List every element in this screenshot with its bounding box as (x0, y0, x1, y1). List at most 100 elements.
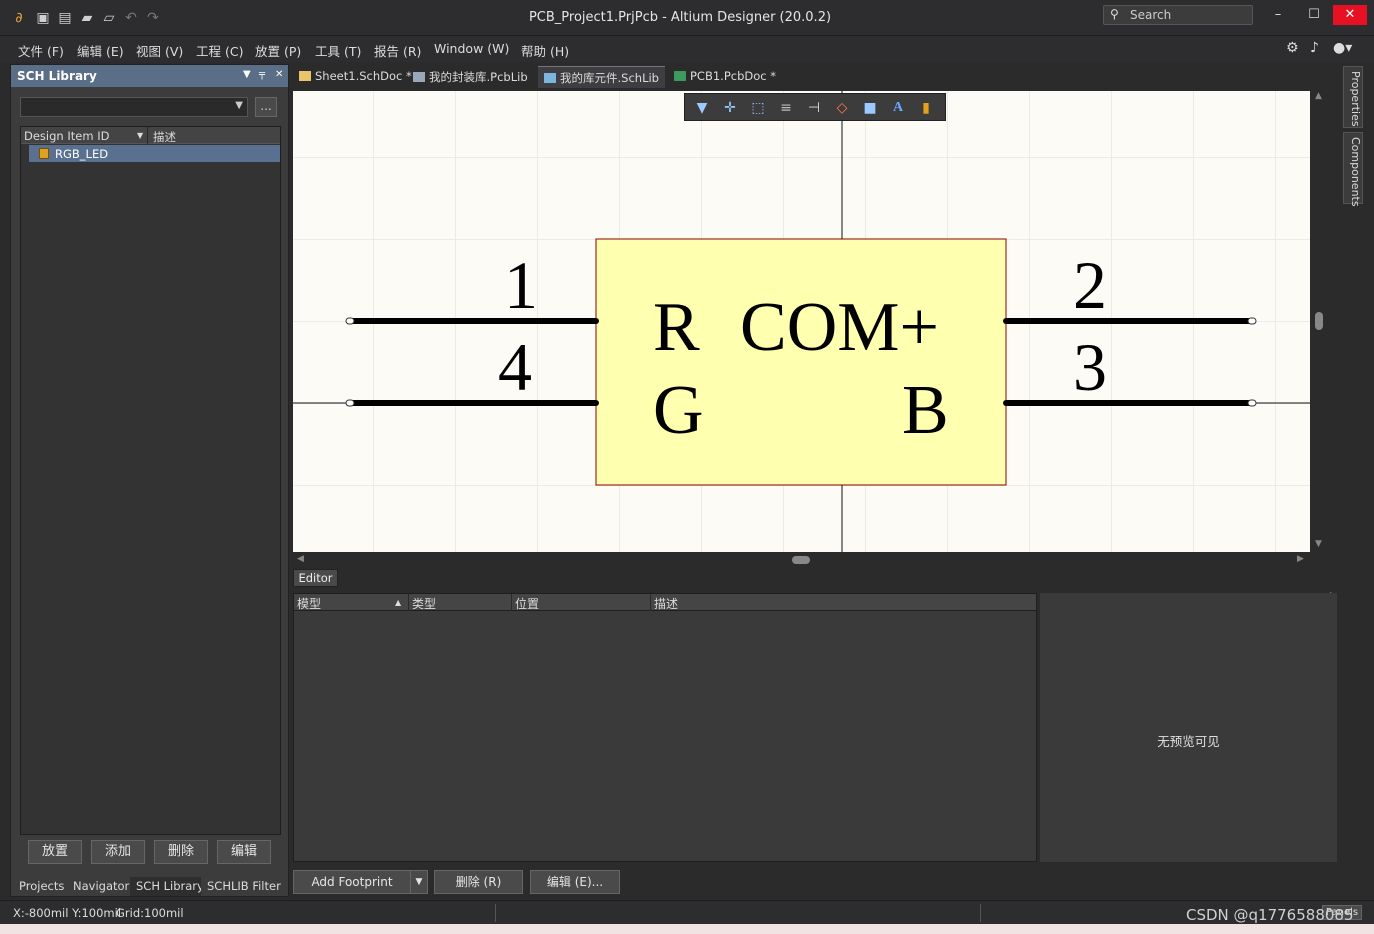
pin-icon[interactable]: ╤ (259, 69, 265, 80)
pin-number-4: 4 (498, 329, 532, 405)
column-description[interactable]: 描述 (153, 129, 176, 145)
list-item[interactable]: RGB_LED (29, 145, 280, 162)
no-preview-text: 无预览可见 (1157, 734, 1220, 749)
polygon-icon[interactable]: ◇ (832, 99, 852, 117)
notifications-bell-icon[interactable]: ♪ (1310, 40, 1319, 56)
tab-components[interactable]: Components (1343, 132, 1363, 207)
scroll-right-icon[interactable]: ▶ (1297, 554, 1304, 564)
tab-schlib-filter[interactable]: SCHLIB Filter (201, 877, 287, 896)
save-all-icon[interactable]: ▤ (56, 9, 74, 27)
open-project-icon[interactable]: ▱ (100, 9, 118, 27)
desktop-edge (0, 924, 1374, 934)
tab-properties[interactable]: Properties (1343, 66, 1363, 128)
pin-number-3: 3 (1073, 329, 1107, 405)
place-button[interactable]: 放置 (28, 840, 82, 864)
text-icon[interactable]: A (888, 99, 908, 117)
model-preview: 无预览可见 (1040, 593, 1337, 862)
column-type[interactable]: 类型 (412, 595, 436, 612)
column-location[interactable]: 位置 (515, 595, 539, 612)
select-rectangle-icon[interactable]: ⬚ (748, 99, 768, 117)
editor-tab[interactable]: Editor (293, 569, 338, 587)
add-footprint-dropdown[interactable]: ▼ (410, 870, 428, 894)
pin-end-marker (1247, 317, 1257, 325)
tab-projects[interactable]: Projects (13, 877, 71, 896)
filter-icon[interactable]: ▼ (692, 99, 712, 117)
grid-size: Grid:100mil (116, 906, 184, 920)
menu-tools[interactable]: 工具 (T) (315, 41, 361, 60)
panel-header: SCH Library ▼ ╤ ✕ (11, 65, 288, 87)
menu-edit[interactable]: 编辑 (E) (77, 41, 124, 60)
label-g: G (653, 372, 704, 449)
tab-sch-library[interactable]: SCH Library (130, 877, 210, 896)
list-header: Design Item ID ▼ 描述 (21, 127, 280, 144)
status-separator (495, 904, 496, 922)
schdoc-icon (299, 71, 311, 81)
menu-window[interactable]: Window (W) (434, 41, 509, 56)
component-icon[interactable]: ▮ (916, 99, 936, 117)
add-footprint-button[interactable]: Add Footprint (293, 870, 411, 894)
column-design-item-id[interactable]: Design Item ID (24, 129, 109, 143)
crosshair-move-icon[interactable]: ✛ (720, 99, 740, 117)
close-button[interactable]: ✕ (1333, 5, 1367, 25)
edit-model-button[interactable]: 编辑 (E)... (530, 870, 620, 894)
scroll-thumb[interactable] (792, 556, 810, 564)
add-button[interactable]: 添加 (91, 840, 145, 864)
menu-help[interactable]: 帮助 (H) (521, 41, 569, 60)
tab-sheet1-schdoc[interactable]: Sheet1.SchDoc * (293, 66, 418, 88)
cursor-coordinates: X:-800mil Y:100mil (13, 906, 122, 920)
models-grid: 模型 ▲ 类型 位置 描述 (293, 593, 1037, 862)
scroll-thumb[interactable] (1315, 312, 1323, 330)
tab-navigator[interactable]: Navigator (67, 877, 136, 896)
open-folder-icon[interactable]: ▰ (78, 9, 96, 27)
column-separator (650, 594, 651, 611)
column-model[interactable]: 模型 (297, 595, 321, 612)
menu-reports[interactable]: 报告 (R) (374, 41, 421, 60)
models-header: 模型 ▲ 类型 位置 描述 (294, 594, 1036, 611)
filter-more-button[interactable]: ... (255, 97, 277, 117)
delete-model-button[interactable]: 删除 (R) (434, 870, 523, 894)
column-separator (408, 594, 409, 611)
scroll-left-icon[interactable]: ◀ (297, 554, 304, 564)
settings-gear-icon[interactable]: ⚙ (1286, 40, 1299, 56)
close-icon[interactable]: ✕ (275, 69, 283, 80)
tab-label: 我的封装库.PcbLib (429, 70, 528, 84)
menu-place[interactable]: 放置 (P) (255, 41, 301, 60)
panel-menu-icon[interactable]: ▼ (243, 69, 251, 80)
menu-project[interactable]: 工程 (C) (196, 41, 243, 60)
schematic-canvas[interactable]: 1 4 2 3 R COM+ G B (293, 91, 1310, 552)
altium-logo-icon: ∂ (15, 10, 23, 26)
scroll-up-icon[interactable]: ▲ (1315, 91, 1322, 101)
scroll-down-icon[interactable]: ▼ (1315, 539, 1322, 549)
horizontal-scrollbar[interactable]: ◀ ▶ (293, 552, 1310, 567)
filter-dropdown[interactable]: ▼ (20, 97, 248, 117)
delete-button[interactable]: 删除 (154, 840, 208, 864)
vertical-scrollbar[interactable]: ▲ ▼ (1311, 91, 1327, 552)
maximize-button[interactable]: ☐ (1297, 5, 1331, 25)
right-panel-tabs: Properties Components (1341, 64, 1365, 897)
menu-view[interactable]: 视图 (V) (136, 41, 183, 60)
tab-pcb1-pcbdoc[interactable]: PCB1.PcbDoc * (668, 66, 782, 88)
menu-file[interactable]: 文件 (F) (18, 41, 64, 60)
search-input[interactable]: ⚲ Search (1103, 5, 1253, 25)
active-bar-toolbar: ▼ ✛ ⬚ ≡ ⊣ ◇ ■ A ▮ (684, 93, 946, 121)
tab-label: Sheet1.SchDoc * (315, 69, 412, 83)
align-icon[interactable]: ≡ (776, 99, 796, 117)
label-b: B (902, 372, 949, 449)
rectangle-icon[interactable]: ■ (860, 99, 880, 117)
place-pin-icon[interactable]: ⊣ (804, 99, 824, 117)
sort-arrow-icon: ▼ (137, 131, 144, 140)
tab-schlib[interactable]: 我的库元件.SchLib (538, 66, 665, 88)
save-icon[interactable]: ▣ (34, 9, 52, 27)
chevron-down-icon: ▼ (415, 877, 423, 887)
sort-arrow-icon: ▲ (395, 598, 402, 607)
chevron-down-icon: ▼ (235, 100, 243, 111)
search-icon: ⚲ (1110, 7, 1119, 21)
undo-icon[interactable]: ↶ (122, 9, 140, 27)
edit-button[interactable]: 编辑 (217, 840, 271, 864)
tab-pcblib[interactable]: 我的封装库.PcbLib (407, 66, 534, 88)
minimize-button[interactable]: – (1261, 5, 1295, 25)
user-account-icon[interactable]: ●▾ (1333, 40, 1352, 56)
redo-icon[interactable]: ↷ (144, 9, 162, 27)
tab-label: PCB1.PcbDoc * (690, 69, 777, 83)
column-description[interactable]: 描述 (654, 595, 678, 612)
